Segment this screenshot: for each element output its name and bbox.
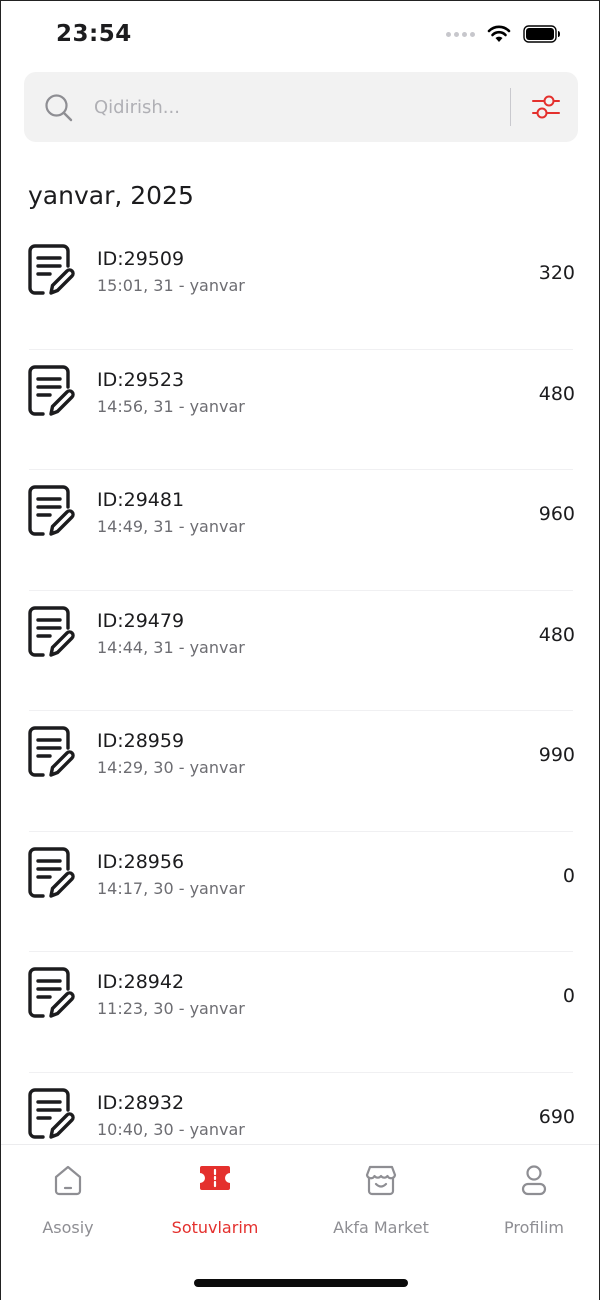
- tab-asosiy[interactable]: Asosiy: [0, 1145, 143, 1255]
- sale-item[interactable]: ID:28932 10:40, 30 - yanvar 690: [1, 1073, 600, 1145]
- user-icon: [521, 1165, 547, 1196]
- sale-amount: 320: [538, 262, 575, 284]
- sale-item[interactable]: ID:28956 14:17, 30 - yanvar 0: [1, 832, 600, 953]
- document-edit-icon: [28, 726, 75, 777]
- sale-datetime: 14:44, 31 - yanvar: [97, 637, 245, 657]
- sale-datetime: 15:01, 31 - yanvar: [97, 276, 245, 295]
- sale-amount: 690: [538, 1105, 575, 1128]
- sale-id: ID:29479: [97, 609, 185, 632]
- sale-datetime: 14:49, 31 - yanvar: [97, 517, 245, 536]
- tab-akfa-market[interactable]: Akfa Market: [306, 1145, 456, 1255]
- sale-amount: 0: [562, 985, 575, 1007]
- search-divider: [510, 88, 511, 126]
- tab-label: Sotuvlarim: [171, 1218, 259, 1237]
- sale-amount: 960: [538, 503, 575, 525]
- document-edit-icon: [28, 967, 75, 1018]
- home-indicator: [194, 1279, 408, 1287]
- status-bar: 23:54: [1, 1, 599, 71]
- sale-id: ID:28942: [97, 971, 185, 993]
- sale-datetime: 11:23, 30 - yanvar: [97, 999, 245, 1018]
- sale-id: ID:28932: [97, 1091, 185, 1114]
- store-icon: [365, 1165, 397, 1196]
- battery-icon: [523, 25, 560, 43]
- sale-item[interactable]: ID:29481 14:49, 31 - yanvar 960: [1, 470, 600, 591]
- wifi-icon: [487, 25, 511, 42]
- search-input[interactable]: [94, 90, 494, 124]
- search-bar[interactable]: [24, 72, 578, 142]
- sale-id: ID:29481: [97, 489, 185, 511]
- document-edit-icon: [28, 244, 75, 295]
- sale-amount: 480: [538, 382, 575, 405]
- signal-icon: [446, 31, 475, 37]
- document-edit-icon: [28, 1087, 75, 1139]
- status-time: 23:54: [56, 21, 132, 47]
- sale-item[interactable]: ID:28942 11:23, 30 - yanvar 0: [1, 952, 600, 1073]
- sale-id: ID:29509: [97, 248, 185, 270]
- document-edit-icon: [28, 846, 75, 898]
- sale-id: ID:28959: [97, 730, 185, 752]
- sale-item[interactable]: ID:29523 14:56, 31 - yanvar 480: [1, 350, 600, 471]
- document-edit-icon: [28, 605, 75, 657]
- sale-datetime: 10:40, 30 - yanvar: [97, 1119, 245, 1139]
- sale-id: ID:29523: [97, 368, 185, 391]
- sale-datetime: 14:29, 30 - yanvar: [97, 758, 245, 777]
- sale-datetime: 14:56, 31 - yanvar: [97, 396, 245, 416]
- sale-amount: 990: [538, 744, 575, 766]
- filter-button[interactable]: [524, 88, 568, 126]
- sale-datetime: 14:17, 30 - yanvar: [97, 878, 245, 898]
- sale-amount: 480: [538, 623, 575, 646]
- sale-item[interactable]: ID:29509 15:01, 31 - yanvar 320: [1, 229, 600, 350]
- document-edit-icon: [28, 485, 75, 536]
- sales-list[interactable]: ID:29509 15:01, 31 - yanvar 320 ID:29523…: [1, 229, 600, 1144]
- tab-sotuvlarim[interactable]: Sotuvlarim: [140, 1145, 290, 1255]
- ticket-icon: [200, 1166, 230, 1190]
- sale-item[interactable]: ID:29479 14:44, 31 - yanvar 480: [1, 591, 600, 712]
- status-icons: [446, 25, 561, 43]
- sale-amount: 0: [562, 864, 575, 887]
- tab-label: Profilim: [504, 1218, 564, 1237]
- sale-item[interactable]: ID:28959 14:29, 30 - yanvar 990: [1, 711, 600, 832]
- month-section-title: yanvar, 2025: [28, 181, 194, 210]
- tab-label: Asosiy: [42, 1218, 94, 1237]
- filter-sliders-icon: [532, 95, 560, 119]
- search-icon: [45, 94, 73, 122]
- home-icon: [54, 1165, 82, 1196]
- tab-profilim[interactable]: Profilim: [459, 1145, 600, 1255]
- sale-id: ID:28956: [97, 850, 185, 873]
- tab-label: Akfa Market: [333, 1218, 429, 1237]
- document-edit-icon: [28, 364, 75, 416]
